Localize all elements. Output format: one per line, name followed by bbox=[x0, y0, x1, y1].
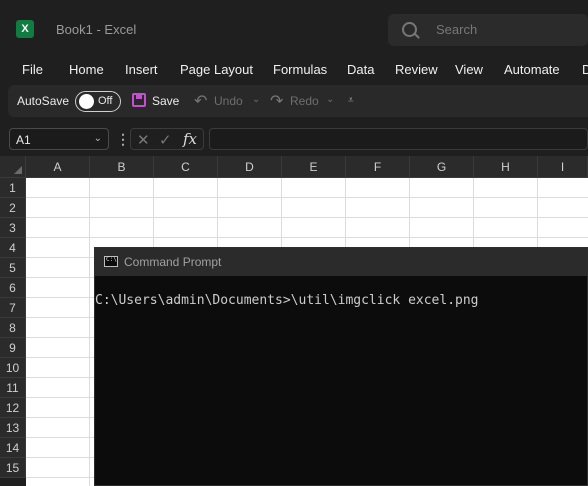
quick-access-toolbar: AutoSave Off Save ↶ Undo ⌄ ↷ Redo ⌄ ⩡ bbox=[8, 85, 588, 117]
column-header-a[interactable]: A bbox=[26, 156, 90, 178]
row-header-1[interactable]: 1 bbox=[0, 178, 26, 198]
row-header-14[interactable]: 14 bbox=[0, 438, 26, 458]
column-header-i[interactable]: I bbox=[538, 156, 588, 178]
save-button[interactable]: Save bbox=[152, 94, 179, 108]
tab-formulas[interactable]: Formulas bbox=[273, 62, 327, 77]
save-icon[interactable] bbox=[132, 93, 146, 107]
tab-automate[interactable]: Automate bbox=[504, 62, 560, 77]
tab-home[interactable]: Home bbox=[69, 62, 104, 77]
row-header-10[interactable]: 10 bbox=[0, 358, 26, 378]
column-header-d[interactable]: D bbox=[218, 156, 282, 178]
cancel-icon[interactable]: ✕ bbox=[137, 131, 150, 149]
row-header-9[interactable]: 9 bbox=[0, 338, 26, 358]
row-header-13[interactable]: 13 bbox=[0, 418, 26, 438]
command-prompt-icon bbox=[104, 256, 118, 267]
column-header-e[interactable]: E bbox=[282, 156, 346, 178]
row-header-15[interactable]: 15 bbox=[0, 458, 26, 478]
select-all-icon bbox=[14, 166, 22, 174]
command-prompt-titlebar[interactable]: Command Prompt bbox=[95, 248, 587, 276]
undo-dropdown-icon[interactable]: ⌄ bbox=[252, 94, 260, 105]
redo-dropdown-icon[interactable]: ⌄ bbox=[326, 94, 334, 105]
command-prompt-window[interactable]: Command Prompt C:\Users\admin\Documents>… bbox=[94, 247, 588, 486]
tab-review[interactable]: Review bbox=[395, 62, 438, 77]
row-header-4[interactable]: 4 bbox=[0, 238, 26, 258]
check-icon[interactable]: ✓ bbox=[159, 131, 172, 149]
tab-view[interactable]: View bbox=[455, 62, 483, 77]
autosave-state: Off bbox=[98, 95, 113, 107]
search-placeholder: Search bbox=[436, 22, 478, 37]
tab-d[interactable]: D bbox=[582, 62, 588, 77]
tab-page-layout[interactable]: Page Layout bbox=[180, 62, 253, 77]
column-header-c[interactable]: C bbox=[154, 156, 218, 178]
command-prompt-title: Command Prompt bbox=[124, 255, 222, 269]
formula-input[interactable] bbox=[209, 128, 588, 150]
toggle-knob bbox=[79, 94, 94, 109]
row-header-5[interactable]: 5 bbox=[0, 258, 26, 278]
row-header-12[interactable]: 12 bbox=[0, 398, 26, 418]
autosave-label: AutoSave bbox=[17, 94, 70, 108]
more-options-icon[interactable]: ⋮ bbox=[116, 131, 130, 148]
column-header-f[interactable]: F bbox=[346, 156, 410, 178]
search-box[interactable]: Search bbox=[388, 14, 588, 46]
window-title: Book1 - Excel bbox=[56, 22, 137, 37]
row-header-8[interactable]: 8 bbox=[0, 318, 26, 338]
undo-icon[interactable]: ↶ bbox=[194, 91, 207, 111]
insert-function-icon[interactable]: fx bbox=[183, 130, 197, 148]
search-icon bbox=[402, 22, 417, 37]
row-header-7[interactable]: 7 bbox=[0, 298, 26, 318]
excel-titlebar: X Book1 - Excel Search bbox=[0, 0, 588, 52]
row-header-6[interactable]: 6 bbox=[0, 278, 26, 298]
tab-file[interactable]: File bbox=[22, 62, 43, 77]
row-header-11[interactable]: 11 bbox=[0, 378, 26, 398]
tab-data[interactable]: Data bbox=[347, 62, 374, 77]
command-line-text[interactable]: C:\Users\admin\Documents>\util\imgclick … bbox=[95, 293, 479, 308]
customize-toolbar-icon[interactable]: ⩡ bbox=[348, 95, 354, 106]
column-header-h[interactable]: H bbox=[474, 156, 538, 178]
formula-bar: A1 ⌄ ⋮ ✕ ✓ fx bbox=[0, 124, 588, 154]
formula-buttons: ✕ ✓ fx bbox=[130, 128, 204, 150]
name-box-value: A1 bbox=[16, 133, 31, 147]
excel-logo-icon: X bbox=[16, 20, 34, 38]
undo-button[interactable]: Undo bbox=[214, 94, 243, 108]
select-all-button[interactable] bbox=[0, 156, 26, 178]
chevron-down-icon[interactable]: ⌄ bbox=[94, 133, 102, 144]
redo-button[interactable]: Redo bbox=[290, 94, 319, 108]
row-header-3[interactable]: 3 bbox=[0, 218, 26, 238]
name-box[interactable]: A1 ⌄ bbox=[9, 128, 109, 150]
ribbon-tabs: File Home Insert Page Layout Formulas Da… bbox=[0, 52, 588, 84]
row-header-2[interactable]: 2 bbox=[0, 198, 26, 218]
column-header-g[interactable]: G bbox=[410, 156, 474, 178]
autosave-toggle[interactable]: Off bbox=[75, 91, 121, 112]
column-header-b[interactable]: B bbox=[90, 156, 154, 178]
redo-icon[interactable]: ↷ bbox=[270, 91, 283, 111]
tab-insert[interactable]: Insert bbox=[125, 62, 158, 77]
